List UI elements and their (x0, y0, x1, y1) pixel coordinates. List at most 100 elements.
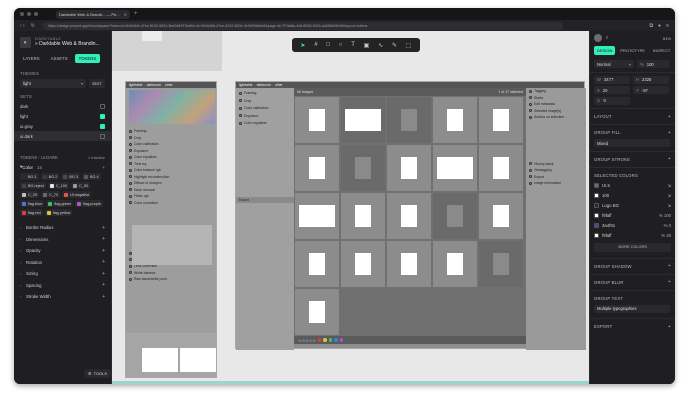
color-opacity[interactable]: % 0 (664, 223, 671, 228)
color-token-pill[interactable]: flag.purple (75, 200, 103, 207)
flag-yellow-icon[interactable] (323, 338, 327, 342)
color-token-pill[interactable]: C_50 (71, 182, 91, 189)
token-group[interactable]: › Sizing + (14, 268, 111, 280)
project-logo-icon[interactable]: ◐ (20, 37, 31, 48)
width-field[interactable]: W 3477 (594, 75, 630, 84)
detach-icon[interactable]: ⇲ (667, 183, 671, 189)
flag-red-icon[interactable] (317, 338, 322, 342)
grid-cell[interactable] (479, 193, 523, 239)
token-group[interactable]: › Border Radius + (14, 222, 111, 234)
color-opacity[interactable]: % 100 (659, 213, 671, 218)
add-layout-icon[interactable]: + (668, 114, 671, 120)
grid-cell[interactable] (479, 145, 523, 191)
set-checkbox[interactable] (100, 133, 105, 139)
tab-assets[interactable]: ASSETS (47, 54, 72, 63)
edit-themes-button[interactable]: EDIT (89, 79, 105, 88)
grid-cell[interactable] (433, 97, 477, 143)
set-item-ui-dark[interactable]: ui.dark (14, 131, 111, 141)
zoom-level[interactable]: 81% (663, 36, 671, 41)
lighttable-module[interactable]: Crop (236, 98, 294, 105)
pointer-icon[interactable]: ➤ (300, 42, 305, 49)
grid-cell[interactable] (387, 193, 431, 239)
reload-icon[interactable]: ↻ (31, 23, 35, 29)
grid-cell[interactable] (341, 145, 385, 191)
right-module-item[interactable]: Actions on selection (526, 114, 586, 121)
image-icon[interactable]: ▣ (364, 42, 370, 49)
lighttable-module[interactable]: Color equalizer (236, 120, 294, 127)
set-item-ui-gray[interactable]: ui.gray (14, 121, 111, 131)
selected-color-row[interactable]: f9faff % 49 (590, 231, 675, 241)
grid-cell[interactable] (341, 97, 385, 143)
text-icon[interactable]: T (351, 42, 355, 48)
selected-colors-section[interactable]: SELECTED COLORS (590, 170, 675, 181)
selected-color-row[interactable]: f9faff % 100 (590, 211, 675, 221)
color-token-pill[interactable]: BG.4 (81, 173, 101, 180)
frame-icon[interactable]: # (314, 42, 317, 48)
color-token-pill[interactable]: flag.green (46, 200, 74, 207)
height-field[interactable]: H 2328 (633, 75, 669, 84)
token-group[interactable]: › Rotation + (14, 257, 111, 269)
lighttable-module[interactable]: Color calibration (236, 105, 294, 112)
export-module[interactable]: Export (236, 196, 294, 203)
opacity-field[interactable]: % 100 (637, 60, 669, 69)
frame-lighttable[interactable]: lighttable darkroom other Framing Crop Color… (235, 81, 586, 350)
module-item[interactable]: Color correction (126, 200, 218, 207)
new-tab-icon[interactable]: + (134, 11, 138, 17)
add-token-icon[interactable]: + (102, 225, 105, 231)
grid-cell[interactable] (295, 97, 339, 143)
ellipse-icon[interactable]: ○ (339, 42, 343, 48)
more-colors-button[interactable]: MORE COLORS (594, 242, 671, 252)
grid-cell[interactable] (387, 97, 431, 143)
fill-value[interactable]: Mixed (594, 139, 670, 148)
grid-cell[interactable] (295, 241, 339, 287)
add-color-token-icon[interactable]: + (102, 165, 105, 170)
blur-section[interactable]: GROUP BLUR + (590, 277, 675, 288)
rect-icon[interactable]: □ (326, 42, 330, 48)
set-item-light[interactable]: light (14, 111, 111, 121)
grid-cell[interactable] (479, 241, 523, 287)
set-checkbox[interactable] (100, 123, 105, 129)
project-name[interactable]: » Darktable Web & Brandin... (35, 41, 100, 47)
stroke-section[interactable]: GROUP STROKE + (590, 154, 675, 165)
star-rating[interactable]: ☆☆☆☆☆ (298, 338, 316, 343)
grid-cell[interactable] (341, 241, 385, 287)
flag-blue-icon[interactable] (334, 338, 338, 342)
url-field[interactable]: https://design.penpot.app/#/workspace?te… (42, 21, 563, 30)
grid-cell[interactable] (433, 193, 477, 239)
add-fill-icon[interactable]: + (668, 130, 671, 136)
color-token-pill[interactable]: C_100 (47, 182, 70, 189)
canvas[interactable]: ➤ # □ ○ T ▣ ∿ ✎ ⬚ lighttable darkroom other Framin… (112, 31, 589, 384)
grid-cell[interactable] (295, 193, 339, 239)
artboard-top[interactable] (112, 31, 222, 71)
set-checkbox[interactable] (100, 103, 105, 109)
avatar[interactable] (594, 34, 602, 42)
menu-icon[interactable]: ≡ (666, 23, 669, 29)
add-token-icon[interactable]: + (102, 271, 105, 277)
color-token-pill[interactable]: BG.reject (20, 182, 46, 189)
tab-layers[interactable]: LAYERS (19, 54, 44, 63)
share-icon[interactable]: ⇪ (605, 35, 609, 41)
color-token-pill[interactable]: flag.yellow (44, 209, 73, 216)
color-swatch[interactable] (594, 193, 599, 198)
selected-color-row[interactable]: 100 ⇲ (590, 191, 675, 201)
tools-button[interactable]: ⚙ TOOLS (84, 369, 112, 378)
detach-icon[interactable]: ⇲ (667, 193, 671, 199)
add-token-icon[interactable]: + (102, 282, 105, 288)
add-token-icon[interactable]: + (102, 248, 105, 254)
color-swatch[interactable] (594, 213, 599, 218)
color-token-pill[interactable]: BG.3 (61, 173, 80, 180)
y-field[interactable]: Y -97 (633, 86, 669, 95)
grid-cell[interactable] (479, 97, 523, 143)
lighttable-module[interactable]: Framing (236, 90, 294, 97)
curve-icon[interactable]: ∿ (378, 42, 383, 49)
grid-cell[interactable] (387, 241, 431, 287)
grid-cell[interactable] (295, 289, 339, 335)
blend-mode-select[interactable]: Normal ▾ (594, 60, 634, 69)
frame-filmstrip[interactable] (125, 333, 217, 378)
add-export-icon[interactable]: + (668, 324, 671, 330)
rotation-field[interactable]: ↻ 0 (594, 96, 630, 105)
token-group[interactable]: › Spacing + (14, 280, 111, 292)
back-icon[interactable]: ‹ › (20, 23, 25, 29)
detach-icon[interactable]: ⇲ (667, 203, 671, 209)
token-group[interactable]: › Dimensions + (14, 234, 111, 246)
